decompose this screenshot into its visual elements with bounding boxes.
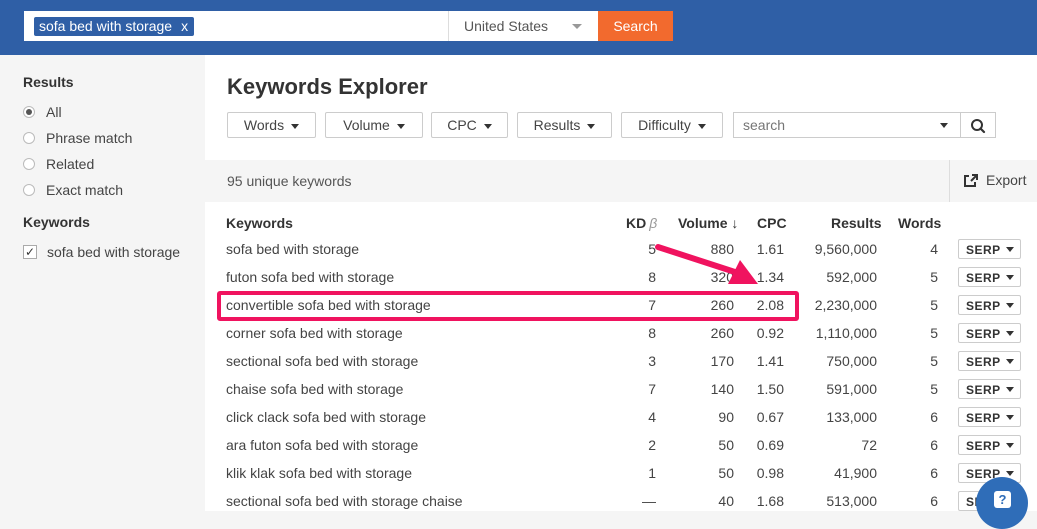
- help-icon: ?: [994, 491, 1011, 508]
- annotation-arrow: [655, 244, 758, 284]
- help-button[interactable]: ?: [976, 477, 1028, 529]
